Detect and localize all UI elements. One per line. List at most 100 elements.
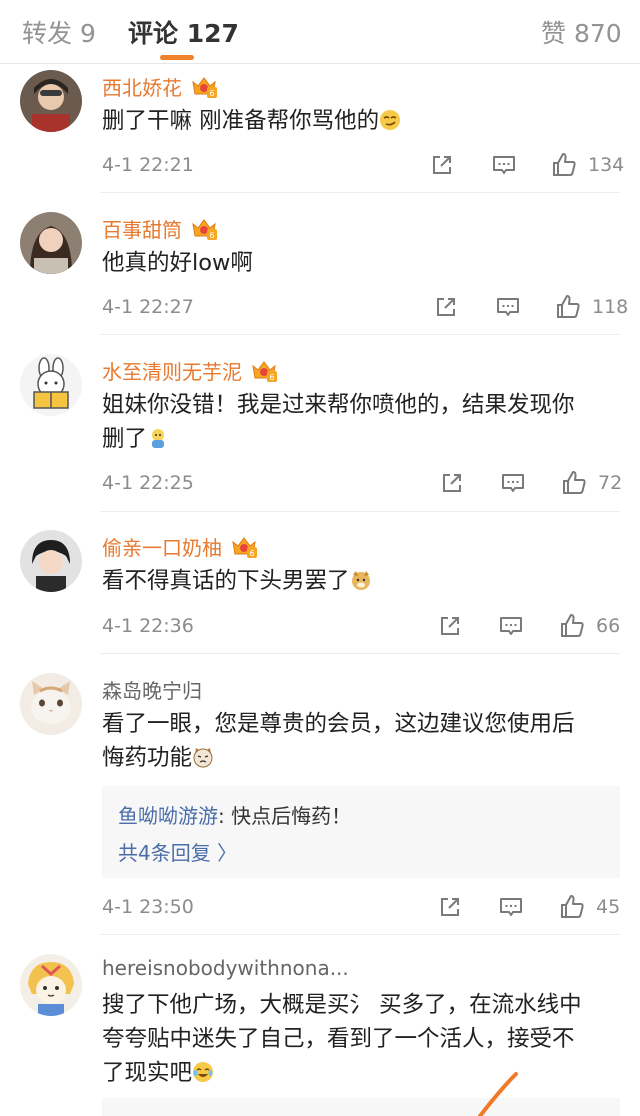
vip-crown-icon: 6 (250, 358, 278, 384)
divider (100, 192, 620, 193)
comment-header: 西北娇花 6 (102, 72, 218, 101)
share-icon[interactable] (438, 469, 466, 497)
comment-meta: 4-1 22:21 134 (102, 151, 624, 181)
comment-text-line: 夸夸贴中迷失了自己，看到了一个活人，接受不 (102, 1026, 575, 1052)
comment-time: 4-1 22:27 (102, 296, 194, 318)
tab-comments[interactable]: 评论 127 (128, 14, 239, 50)
avatar[interactable] (20, 70, 82, 132)
like-count: 45 (596, 896, 621, 918)
reply-icon[interactable] (499, 469, 527, 497)
comment-text: 看不得真话的下头男罢了 (102, 564, 622, 598)
like-thumb-icon[interactable] (558, 893, 586, 921)
reply-text: : 快点后悔药！ (218, 804, 352, 828)
comment-text-line: 删了 (102, 426, 148, 452)
laugh-cry-emoji-icon (192, 1061, 214, 1083)
comment-text: 姐妹你没错！我是过来帮你喷他的，结果发现你 删了 (102, 388, 622, 456)
svg-text:6: 6 (209, 231, 214, 240)
comment-header: 水至清则无芋泥 6 (102, 356, 278, 385)
like-thumb-icon[interactable] (554, 293, 582, 321)
comment-header: 偷亲一口奶柚 6 (102, 532, 258, 561)
comment-text: 看了一眼，您是尊贵的会员，这边建议您使用后 悔药功能 (102, 707, 622, 775)
comment-text-line: 搜了下他广场，大概是买氵 买多了，在流水线中 (102, 992, 582, 1018)
comment-text-line: 悔药功能 (102, 745, 193, 771)
active-tab-indicator (160, 55, 194, 60)
tab-likes[interactable]: 赞 870 (541, 14, 622, 50)
comment-header: 森岛晚宁归 (102, 675, 202, 704)
divider (100, 934, 620, 935)
username[interactable]: hereisnobodywithnona... (102, 956, 349, 980)
svg-text:6: 6 (209, 89, 214, 98)
doll-emoji-icon (147, 427, 169, 449)
username[interactable]: 百事甜筒 (102, 214, 182, 243)
reply-icon[interactable] (497, 612, 525, 640)
tab-likes-label: 赞 (541, 19, 567, 48)
username[interactable]: 森岛晚宁归 (102, 675, 202, 704)
cat-emoji-icon (192, 746, 214, 768)
tab-comments-count: 127 (186, 19, 239, 48)
comment-text-content: 他真的好low啊 (102, 250, 253, 276)
doge-emoji-icon (350, 569, 372, 591)
smirk-emoji-icon (379, 109, 401, 131)
reply-icon[interactable] (494, 293, 522, 321)
comment-tab-bar: 转发 9 评论 127 赞 870 (0, 0, 640, 64)
tab-repost[interactable]: 转发 9 (22, 14, 96, 50)
like-thumb-icon[interactable] (560, 469, 588, 497)
comment-text-line-2: 悔药功能 (102, 741, 622, 775)
comment-text: 删了干嘛 刚准备帮你骂他的 (102, 104, 622, 138)
comment-text-line-3: 了现实吧 (102, 1056, 622, 1090)
reply-preview-line: 鱼呦呦游游: 快点后悔药！ (118, 800, 351, 829)
comment-time: 4-1 22:25 (102, 472, 194, 494)
touch-scroll-indicator (470, 1070, 530, 1116)
divider (100, 511, 620, 512)
tab-repost-label: 转发 (22, 19, 73, 48)
comment-text-line: 看了一眼，您是尊贵的会员，这边建议您使用后 (102, 711, 575, 737)
like-count: 66 (596, 615, 621, 637)
share-icon[interactable] (428, 151, 456, 179)
reply-username[interactable]: 鱼呦呦游游 (118, 804, 218, 828)
tab-likes-count: 870 (573, 19, 622, 48)
share-icon[interactable] (432, 293, 460, 321)
comment-text: 他真的好low啊 (102, 246, 622, 280)
tab-comments-label: 评论 (128, 19, 179, 48)
reply-preview-box[interactable] (102, 1098, 620, 1116)
username[interactable]: 水至清则无芋泥 (102, 356, 242, 385)
username[interactable]: 西北娇花 (102, 72, 182, 101)
avatar[interactable] (20, 530, 82, 592)
avatar[interactable] (20, 354, 82, 416)
share-icon[interactable] (436, 893, 464, 921)
like-thumb-icon[interactable] (550, 151, 578, 179)
comment-meta: 4-1 22:27 118 (102, 293, 628, 323)
reply-icon[interactable] (490, 151, 518, 179)
comment-meta: 4-1 22:25 72 (102, 469, 622, 499)
vip-crown-icon: 6 (230, 534, 258, 560)
divider (100, 334, 620, 335)
divider (100, 653, 620, 654)
comment-text-line-2: 删了 (102, 422, 622, 456)
comment-meta: 4-1 23:50 45 (102, 893, 620, 923)
reply-icon[interactable] (497, 893, 525, 921)
username[interactable]: 偷亲一口奶柚 (102, 532, 222, 561)
comment-time: 4-1 22:21 (102, 154, 194, 176)
vip-crown-icon: 6 (190, 74, 218, 100)
like-count: 118 (592, 296, 629, 318)
avatar[interactable] (20, 673, 82, 735)
svg-text:6: 6 (249, 549, 254, 558)
svg-text:6: 6 (269, 373, 274, 382)
comment-header: 百事甜筒 6 (102, 214, 218, 243)
share-icon[interactable] (436, 612, 464, 640)
comment-text-content: 删了干嘛 刚准备帮你骂他的 (102, 108, 380, 134)
tab-repost-count: 9 (79, 19, 96, 48)
comment-text-content: 看不得真话的下头男罢了 (102, 568, 350, 594)
avatar[interactable] (20, 954, 82, 1016)
view-all-replies-label: 共4条回复 〉 (118, 841, 238, 865)
comment-header: hereisnobodywithnona... (102, 956, 349, 980)
comment-text-line: 了现实吧 (102, 1060, 193, 1086)
vip-crown-icon: 6 (190, 216, 218, 242)
avatar[interactable] (20, 212, 82, 274)
comment-time: 4-1 22:36 (102, 615, 194, 637)
like-count: 134 (588, 154, 625, 176)
comment-meta: 4-1 22:36 66 (102, 612, 620, 642)
view-all-replies-link[interactable]: 共4条回复 〉 (118, 837, 237, 866)
reply-preview-box[interactable]: 鱼呦呦游游: 快点后悔药！ 共4条回复 〉 (102, 786, 620, 878)
like-thumb-icon[interactable] (558, 612, 586, 640)
